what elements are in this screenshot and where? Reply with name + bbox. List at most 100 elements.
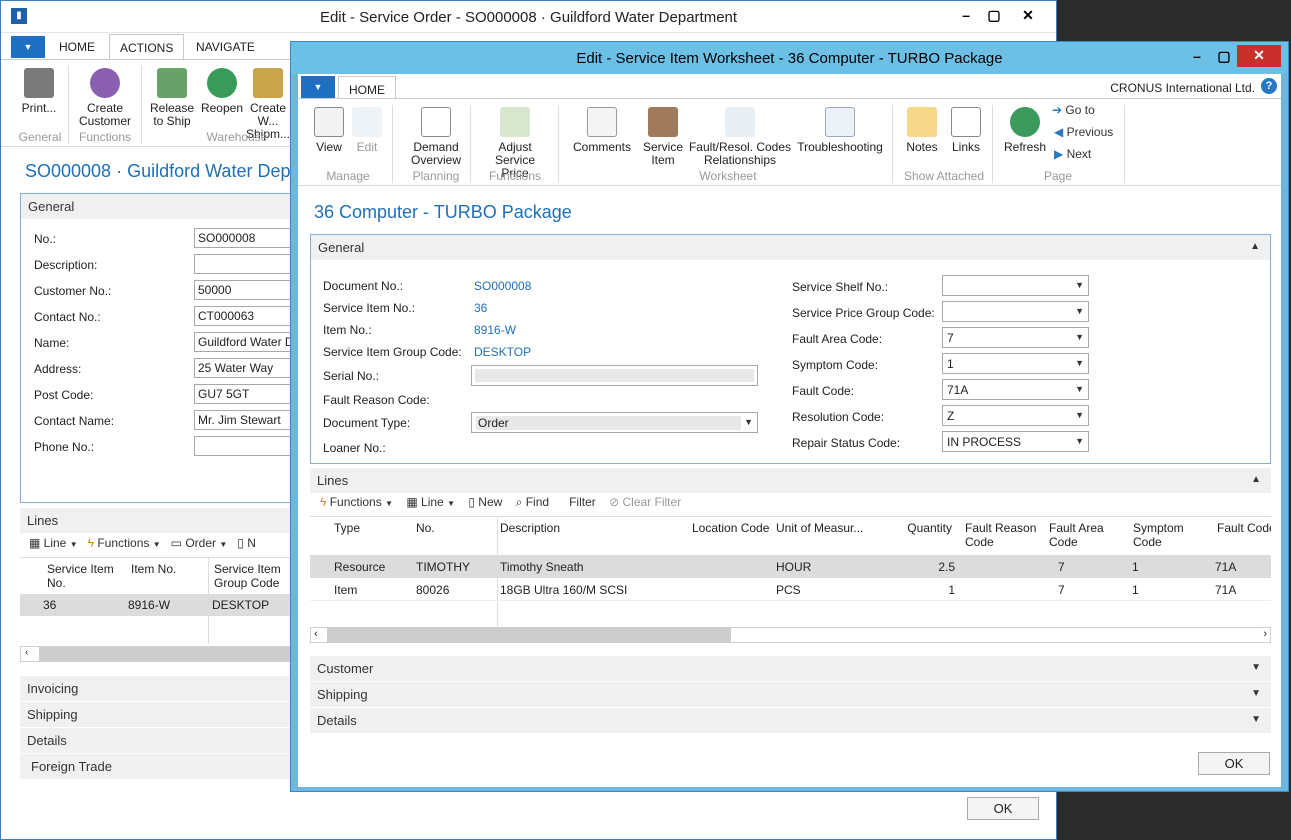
field-input[interactable]: CT000063 [194,306,296,326]
fasttab-foreign-trade[interactable]: Foreign Trade [20,754,295,779]
clear-filter-button[interactable]: Clear Filter [623,495,682,509]
field-value-link[interactable]: DESKTOP [474,345,531,359]
tab-home[interactable]: HOME [49,34,105,60]
scroll-left-icon[interactable]: ‹ [25,647,28,658]
go-to-button[interactable]: ➔ Go to [1052,103,1095,117]
new-button[interactable]: New [478,495,502,509]
field-input[interactable]: GU7 5GT [194,384,296,404]
column-header[interactable]: Description [500,521,680,535]
functions-menu[interactable]: Functions [330,495,382,509]
general-header[interactable]: General [21,194,294,219]
horizontal-scrollbar[interactable]: ‹ › [310,627,1271,643]
troubleshooting-button[interactable]: Troubleshooting [794,107,886,154]
line-menu[interactable]: Line [421,495,444,509]
column-header[interactable]: Unit of Measur... [776,521,866,535]
edit-button[interactable]: Edit [350,107,384,154]
code-select[interactable]: 1 ▼ [942,353,1089,374]
scroll-right-icon[interactable]: › [1263,628,1267,640]
ok-button[interactable]: OK [967,797,1039,820]
field-input[interactable] [194,436,296,456]
column-header[interactable]: Symptom Code [1133,521,1213,549]
field-input[interactable]: Guildford Water D [194,332,296,352]
line-menu[interactable]: Line [44,536,67,550]
code-select[interactable]: ▼ [942,301,1089,322]
fasttab-details[interactable]: Details ▼ [310,708,1271,733]
release-to-ship-button[interactable]: Release to Ship [147,68,197,128]
fasttab-invoicing[interactable]: Invoicing [20,676,295,701]
code-select[interactable]: 7 ▼ [942,327,1089,348]
field-input[interactable] [194,254,296,274]
field-input[interactable]: 25 Water Way [194,358,296,378]
filter-button[interactable]: Filter [569,495,596,509]
scroll-left-icon[interactable]: ‹ [314,628,318,640]
print-button[interactable]: Print... [17,68,61,115]
functions-menu[interactable]: Functions [97,536,149,550]
column-header[interactable]: Fault Reason Code [965,521,1045,549]
col-item-no[interactable]: Item No. [131,562,201,576]
reopen-button[interactable]: Reopen [199,68,245,115]
field-value-link[interactable]: SO000008 [474,279,531,293]
field-value-link[interactable]: 36 [474,301,487,315]
minimize-button[interactable]: – [953,5,979,27]
code-select[interactable]: ▼ [942,275,1089,296]
tab-home[interactable]: HOME [338,76,396,100]
close-button[interactable]: ✕ [1237,45,1281,67]
previous-button[interactable]: ◀ Previous [1054,125,1113,139]
field-input[interactable]: Mr. Jim Stewart [194,410,296,430]
new-button[interactable]: N [247,536,256,550]
general-header[interactable]: General ▲ [311,235,1270,260]
fasttab-customer[interactable]: Customer ▼ [310,656,1271,681]
horizontal-scrollbar[interactable]: ‹ [20,646,296,662]
code-select[interactable]: 71A ▼ [942,379,1089,400]
column-header[interactable]: Quantity [880,521,952,535]
column-header[interactable]: Location Code [692,521,772,535]
next-button[interactable]: ▶ Next [1054,147,1091,161]
code-select[interactable]: Z ▼ [942,405,1089,426]
table-row[interactable]: 36 8916-W DESKTOP [20,594,295,616]
code-select[interactable]: IN PROCESS ▼ [942,431,1089,452]
maximize-button[interactable]: ▢ [981,5,1007,27]
scrollbar-thumb[interactable] [39,647,296,661]
refresh-icon [1010,107,1040,137]
table-row[interactable]: Item 80026 18GB Ultra 160/M SCSI PCS 1 7 1 71A [310,578,1271,601]
field-input[interactable]: 50000 [194,280,296,300]
fault-codes-button[interactable]: Fault/Resol. Codes Relationships [688,107,792,167]
column-header[interactable]: Fault Code [1217,521,1271,535]
document-type-select[interactable]: Order ▼ [471,412,758,433]
tab-navigate[interactable]: NAVIGATE [186,34,265,60]
help-icon[interactable]: ? [1261,78,1277,94]
maximize-button[interactable]: ▢ [1211,46,1237,68]
col-group-code[interactable]: Service Item Group Code [214,562,294,590]
tab-actions[interactable]: ACTIONS [109,34,185,60]
serial-no-field[interactable] [471,365,758,386]
refresh-button[interactable]: Refresh [1002,107,1048,154]
close-button[interactable]: ✕ [1006,5,1050,27]
scrollbar-thumb[interactable] [327,628,731,642]
column-header[interactable]: No. [416,521,496,535]
notes-button[interactable]: Notes [904,107,940,154]
service-item-button[interactable]: Service Item [638,107,688,167]
column-header[interactable]: Type [334,521,414,535]
col-service-item-no[interactable]: Service Item No. [47,562,127,590]
app-menu-button[interactable]: ▼ [11,36,45,58]
group-general-label: General [18,130,62,144]
lines-header[interactable]: Lines [20,508,295,533]
lines-header[interactable]: Lines ▲ [310,468,1271,493]
create-customer-button[interactable]: Create Customer [77,68,133,128]
fasttab-shipping[interactable]: Shipping [20,702,295,727]
table-row[interactable]: Resource TIMOTHY Timothy Sneath HOUR 2.5 7 1 71… [310,555,1271,578]
links-button[interactable]: Links [948,107,984,154]
ok-button[interactable]: OK [1198,752,1270,775]
demand-overview-button[interactable]: Demand Overview [406,107,466,167]
fasttab-shipping[interactable]: Shipping ▼ [310,682,1271,707]
minimize-button[interactable]: – [1184,46,1210,68]
column-header[interactable]: Fault Area Code [1049,521,1129,549]
field-input[interactable]: SO000008 [194,228,296,248]
fasttab-details[interactable]: Details [20,728,295,753]
find-button[interactable]: Find [526,495,549,509]
app-menu-button[interactable]: ▼ [301,76,335,98]
comments-button[interactable]: Comments [570,107,634,154]
view-button[interactable]: View [312,107,346,154]
order-menu[interactable]: Order [185,536,216,550]
field-value-link[interactable]: 8916-W [474,323,516,337]
